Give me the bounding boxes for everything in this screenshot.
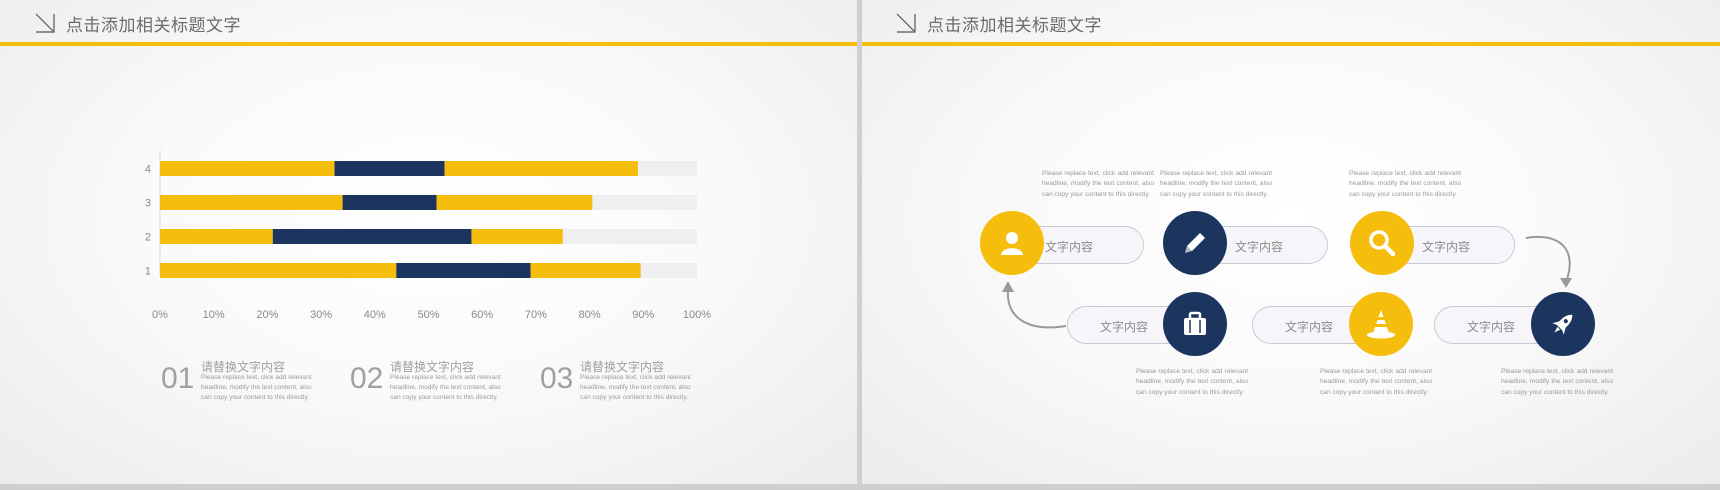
legend-number: 03 xyxy=(540,362,574,395)
traffic-cone-icon xyxy=(1367,310,1395,339)
bar-segment[interactable] xyxy=(160,229,273,244)
step-label: 文字内容 xyxy=(1045,240,1094,254)
step-circle-6[interactable] xyxy=(1531,292,1595,356)
step-label: 文字内容 xyxy=(1467,320,1516,334)
step-circle-5[interactable] xyxy=(1349,292,1413,356)
x-tick-label: 20% xyxy=(256,309,278,321)
arrow-down-right-icon xyxy=(896,13,916,33)
slide-title[interactable]: 点击添加相关标题文字 xyxy=(927,11,1102,36)
connector-arc-right xyxy=(1525,235,1572,288)
slide-right: 点击添加相关标题文字 Please replace text, click ad… xyxy=(862,0,1720,484)
bar-segment[interactable] xyxy=(160,195,343,210)
legend-number: 01 xyxy=(161,362,195,395)
step-label: 文字内容 xyxy=(1285,320,1334,334)
legend-number: 02 xyxy=(350,362,384,395)
bar-segment[interactable] xyxy=(342,195,437,210)
step-description-5[interactable]: Please replace text, click add relevant … xyxy=(1320,367,1432,398)
bar-segment[interactable] xyxy=(436,195,593,210)
x-tick-label: 40% xyxy=(364,309,386,321)
bar-segment[interactable] xyxy=(160,161,335,176)
bar-segment[interactable] xyxy=(471,229,563,244)
x-tick-label: 30% xyxy=(310,309,332,321)
x-tick-label: 70% xyxy=(525,309,547,321)
y-tick-label: 1 xyxy=(145,266,151,278)
stacked-bar-chart: 12340% 10% 20% 30% 40% 50% 60% 70% 80% 90% 100% xyxy=(145,150,711,321)
x-tick-label: 0% xyxy=(152,309,168,321)
slide-left: 点击添加相关标题文字 1 2 3 4 0% 10% 20% 30% 40% 50% 60% 70% 80… xyxy=(0,0,857,484)
legend-description[interactable]: Please replace text, click add relevant … xyxy=(201,373,319,403)
bar-segment[interactable] xyxy=(530,263,641,278)
slide-title[interactable]: 点击添加相关标题文字 xyxy=(66,11,241,36)
step-label: 文字内容 xyxy=(1235,240,1284,254)
legend-item-3: 03 请替换文字内容 Please replace text, click ad… xyxy=(540,356,710,406)
step-description-4[interactable]: Please replace text, click add relevant … xyxy=(1136,367,1248,398)
y-tick-label: 3 xyxy=(145,198,151,210)
x-tick-label: 10% xyxy=(203,309,225,321)
x-tick-label: 90% xyxy=(632,309,654,321)
x-tick-label: 100% xyxy=(683,309,711,321)
step-description-2[interactable]: Please replace text, click add relevant … xyxy=(1160,169,1272,200)
search-icon xyxy=(1369,230,1396,257)
legend-description[interactable]: Please replace text, click add relevant … xyxy=(390,373,508,403)
bar-segment[interactable] xyxy=(444,161,638,176)
step-circle-1[interactable] xyxy=(980,211,1044,275)
step-circle-2[interactable] xyxy=(1163,211,1227,275)
bar-segment[interactable] xyxy=(272,229,472,244)
step-label: 文字内容 xyxy=(1100,320,1149,334)
step-circle-4[interactable] xyxy=(1163,292,1227,356)
title-bar: 点击添加相关标题文字 xyxy=(862,0,1720,46)
bar-segment[interactable] xyxy=(396,263,531,278)
bar-segment[interactable] xyxy=(334,161,445,176)
briefcase-icon xyxy=(1184,311,1206,335)
bar-segment[interactable] xyxy=(160,263,397,278)
step-description-1[interactable]: Please replace text, click add relevant … xyxy=(1042,169,1154,200)
arrow-down-right-icon xyxy=(35,13,55,33)
step-description-6[interactable]: Please replace text, click add relevant … xyxy=(1501,367,1613,398)
user-icon xyxy=(1001,232,1023,255)
connector-arc-left xyxy=(1002,281,1067,329)
step-circle-3[interactable] xyxy=(1350,211,1414,275)
legend-item-1: 01 请替换文字内容 Please replace text, click ad… xyxy=(161,356,331,406)
pencil-icon xyxy=(1185,233,1205,253)
y-tick-label: 4 xyxy=(145,164,151,176)
step-description-3[interactable]: Please replace text, click add relevant … xyxy=(1349,169,1461,200)
y-tick-label: 2 xyxy=(145,232,151,244)
step-label: 文字内容 xyxy=(1422,240,1471,254)
legend-description[interactable]: Please replace text, click add relevant … xyxy=(580,373,698,403)
x-tick-label: 80% xyxy=(579,309,601,321)
x-tick-label: 50% xyxy=(417,309,439,321)
title-bar: 点击添加相关标题文字 xyxy=(0,0,857,46)
legend-item-2: 02 请替换文字内容 Please replace text, click ad… xyxy=(350,356,520,406)
x-tick-label: 60% xyxy=(471,309,493,321)
rocket-icon xyxy=(1552,314,1573,335)
